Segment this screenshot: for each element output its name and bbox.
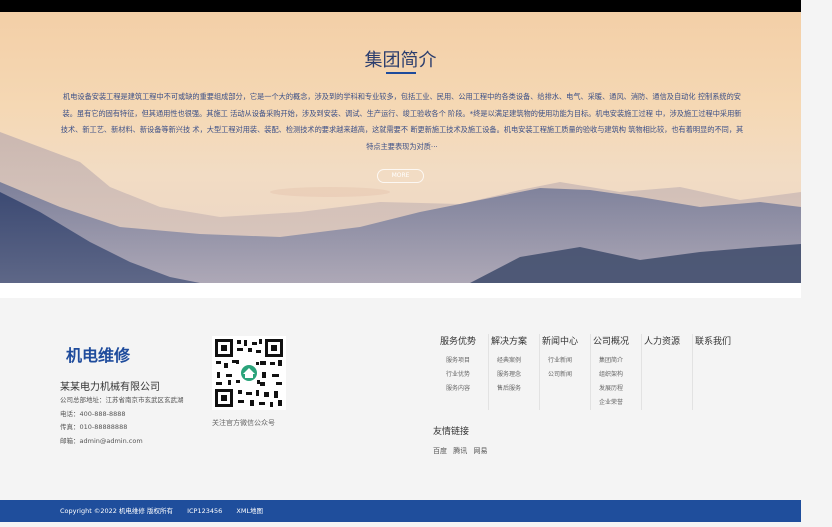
footer-nav-link[interactable]: 经典案例	[489, 354, 539, 368]
footer-nav-column: 新闻中心 行业新闻 公司新闻	[540, 334, 591, 410]
footer-nav-link[interactable]: 服务项目	[438, 354, 488, 368]
company-name: 某某电力机械有限公司	[60, 382, 160, 393]
footer-nav-link[interactable]: 集团简介	[591, 354, 641, 368]
about-paragraph: 机电设备安装工程是建筑工程中不可或缺的重要组成部分，它是一个大的概念，涉及到的学…	[60, 92, 744, 151]
friend-link[interactable]: 腾讯	[453, 447, 467, 455]
footer-logo[interactable]: 机电维修	[66, 342, 130, 366]
footer-nav-heading[interactable]: 新闻中心	[540, 334, 590, 354]
more-button[interactable]: MORE	[377, 169, 424, 183]
section-divider	[0, 283, 801, 298]
friend-link[interactable]: 网易	[473, 447, 487, 455]
footer-nav-link[interactable]: 发展历程	[591, 382, 641, 396]
footer-nav-column: 解决方案 经典案例 服务理念 售后服务	[489, 334, 540, 410]
copyright-text: Copyright ©2022 机电维修 版权所有	[60, 507, 174, 515]
footer-nav-link[interactable]: 服务内容	[438, 382, 488, 396]
footer-nav-column: 服务优势 服务项目 行业优势 服务内容	[438, 334, 489, 410]
footer-nav-column: 人力资源	[642, 334, 693, 410]
phone-text: 电话：400-888-8888	[60, 409, 126, 418]
copyright-bar: Copyright ©2022 机电维修 版权所有 ICP123456 XML地…	[0, 500, 801, 522]
site-footer: 机电维修 某某电力机械有限公司 公司总部地址：江苏省南京市玄武区玄武湖 电话：4…	[0, 298, 801, 500]
title-underline	[386, 72, 416, 74]
sitemap-link[interactable]: XML地图	[236, 507, 263, 515]
footer-nav-link[interactable]: 组织架构	[591, 368, 641, 382]
footer-nav-link[interactable]: 行业新闻	[540, 354, 590, 368]
icp-link[interactable]: ICP123456	[187, 507, 222, 515]
email-text: 邮箱：admin@admin.com	[60, 436, 143, 445]
footer-nav-column: 联系我们	[693, 334, 744, 410]
wechat-qr-code	[212, 336, 286, 410]
footer-nav-link[interactable]: 售后服务	[489, 382, 539, 396]
page-bottom-margin	[0, 522, 832, 527]
footer-nav-heading[interactable]: 服务优势	[438, 334, 488, 354]
fax-text: 传真：010-88888888	[60, 423, 128, 431]
top-bar	[0, 0, 801, 12]
footer-nav-link[interactable]: 公司新闻	[540, 368, 590, 382]
friend-links: 百度 腾讯 网易	[433, 446, 491, 456]
footer-nav-heading[interactable]: 人力资源	[642, 334, 692, 354]
footer-nav-heading[interactable]: 公司概况	[591, 334, 641, 354]
about-title: 集团简介	[364, 50, 437, 71]
contact-info: 公司总部地址：江苏省南京市玄武区玄武湖 电话：400-888-8888 传真：0…	[60, 394, 195, 448]
footer-nav: 服务优势 服务项目 行业优势 服务内容 解决方案 经典案例 服务理念 售后服务 …	[438, 334, 744, 410]
footer-nav-link[interactable]: 行业优势	[438, 368, 488, 382]
address-text: 公司总部地址：江苏省南京市玄武区玄武湖	[60, 396, 184, 404]
qr-caption: 关注官方微信公众号	[212, 419, 275, 427]
friend-links-title: 友情链接	[433, 427, 470, 437]
about-banner: 集团简介 机电设备安装工程是建筑工程中不可或缺的重要组成部分，它是一个大的概念，…	[0, 12, 801, 283]
footer-nav-heading[interactable]: 解决方案	[489, 334, 539, 354]
footer-nav-link[interactable]: 企业荣誉	[591, 396, 641, 410]
footer-nav-column: 公司概况 集团简介 组织架构 发展历程 企业荣誉	[591, 334, 642, 410]
footer-nav-link[interactable]: 服务理念	[489, 368, 539, 382]
footer-nav-heading[interactable]: 联系我们	[693, 334, 744, 354]
right-gutter	[801, 0, 832, 527]
friend-link[interactable]: 百度	[433, 447, 447, 455]
